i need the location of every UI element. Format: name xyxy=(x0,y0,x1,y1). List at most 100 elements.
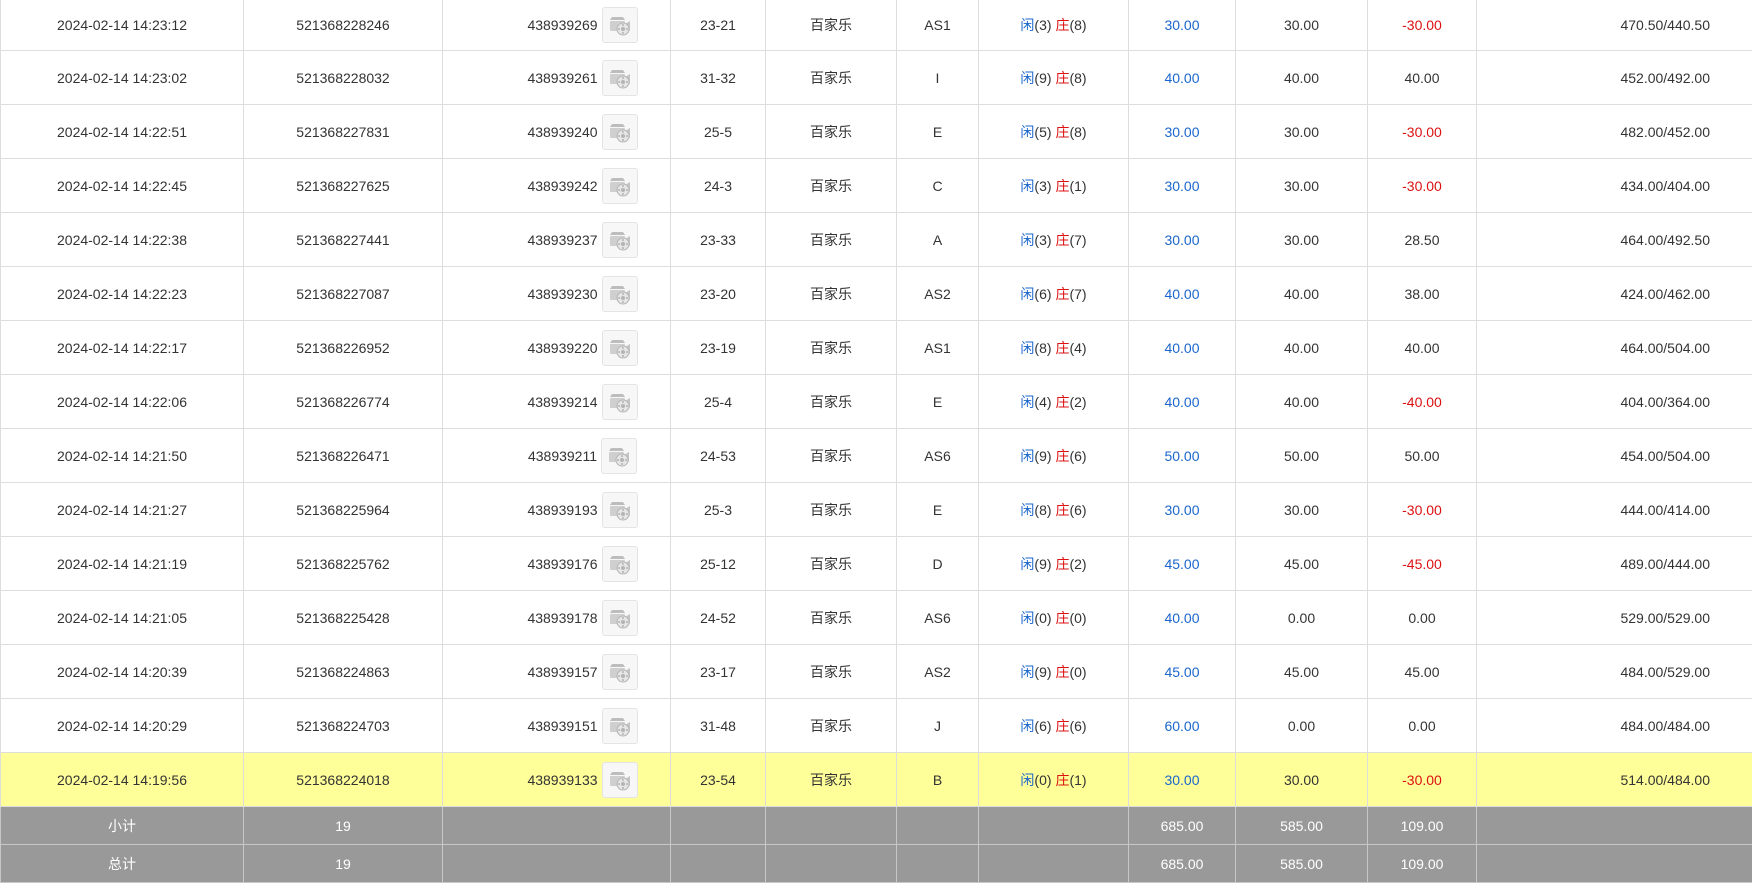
result-cell: 闲(9) 庄(8) xyxy=(978,50,1129,105)
video-replay-icon[interactable] xyxy=(601,491,638,528)
summary-count: 19 xyxy=(243,806,443,845)
banker-label: 庄 xyxy=(1055,177,1070,194)
video-replay-icon[interactable] xyxy=(601,707,638,744)
bet-id-cell: 521368225428 xyxy=(243,590,443,645)
round-number-cell: 438939230 xyxy=(442,266,671,321)
summary-empty-cell xyxy=(765,806,897,845)
player-points: 3 xyxy=(1039,231,1047,248)
table-row: 2024-02-14 14:22:17 521368226952 438939220… xyxy=(0,320,1752,375)
banker-label: 庄 xyxy=(1055,339,1070,356)
bet-amount-cell: 30.00 xyxy=(1128,104,1236,159)
video-replay-icon[interactable] xyxy=(601,7,638,43)
table-row: 2024-02-14 14:22:51 521368227831 438939240… xyxy=(0,104,1752,159)
bet-amount-cell: 40.00 xyxy=(1128,266,1236,321)
balance-cell: 529.00/529.00 xyxy=(1476,590,1752,645)
round-number-cell: 438939214 xyxy=(442,374,671,429)
bet-time-cell: 2024-02-14 14:20:29 xyxy=(0,698,244,753)
shoe-round-cell: 23-19 xyxy=(670,320,766,375)
result-cell: 闲(3) 庄(8) xyxy=(978,0,1129,51)
round-number: 438939240 xyxy=(527,123,598,140)
video-replay-icon[interactable] xyxy=(601,653,638,690)
shoe-round-cell: 25-5 xyxy=(670,104,766,159)
valid-bet-cell: 30.00 xyxy=(1235,212,1368,267)
video-replay-icon[interactable] xyxy=(601,221,638,258)
win-loss-cell: -40.00 xyxy=(1367,374,1477,429)
game-type-cell: 百家乐 xyxy=(765,212,897,267)
banker-label: 庄 xyxy=(1055,609,1070,626)
win-loss-cell: -45.00 xyxy=(1367,536,1477,591)
result-cell: 闲(8) 庄(6) xyxy=(978,482,1129,537)
video-replay-icon[interactable] xyxy=(601,437,638,474)
table-cell: AS1 xyxy=(896,320,979,375)
shoe-round-cell: 31-32 xyxy=(670,50,766,105)
valid-bet-cell: 45.00 xyxy=(1235,644,1368,699)
table-cell: AS6 xyxy=(896,590,979,645)
player-label: 闲 xyxy=(1020,609,1035,626)
player-label: 闲 xyxy=(1020,663,1035,680)
bet-records-body: 2024-02-14 14:23:12 521368228246 438939269… xyxy=(0,0,1752,807)
shoe-round-cell: 24-52 xyxy=(670,590,766,645)
game-type-cell: 百家乐 xyxy=(765,590,897,645)
banker-label: 庄 xyxy=(1055,717,1070,734)
video-replay-icon[interactable] xyxy=(601,59,638,96)
win-loss-cell: 28.50 xyxy=(1367,212,1477,267)
table-row: 2024-02-14 14:21:27 521368225964 438939193… xyxy=(0,482,1752,537)
banker-label: 庄 xyxy=(1055,231,1070,248)
video-replay-icon[interactable] xyxy=(601,761,638,798)
round-number-cell: 438939242 xyxy=(442,158,671,213)
table-row: 2024-02-14 14:21:19 521368225762 438939176… xyxy=(0,536,1752,591)
player-points: 6 xyxy=(1039,285,1047,302)
summary-empty-cell xyxy=(670,844,766,883)
player-label: 闲 xyxy=(1020,339,1035,356)
balance-cell: 489.00/444.00 xyxy=(1476,536,1752,591)
summary-label: 总计 xyxy=(0,844,244,883)
balance-cell: 404.00/364.00 xyxy=(1476,374,1752,429)
video-replay-icon[interactable] xyxy=(601,545,638,582)
summary-bet-total: 685.00 xyxy=(1128,806,1236,845)
win-loss-cell: -30.00 xyxy=(1367,158,1477,213)
valid-bet-cell: 45.00 xyxy=(1235,536,1368,591)
table-row: 2024-02-14 14:21:50 521368226471 438939211… xyxy=(0,428,1752,483)
banker-label: 庄 xyxy=(1055,663,1070,680)
table-row: 2024-02-14 14:22:23 521368227087 438939230… xyxy=(0,266,1752,321)
bet-records-table: 2024-02-14 14:23:12 521368228246 438939269… xyxy=(0,0,1752,883)
summary-empty-cell xyxy=(442,806,671,845)
summary-empty-cell xyxy=(765,844,897,883)
banker-points: 6 xyxy=(1074,447,1082,464)
table-cell: AS2 xyxy=(896,266,979,321)
bet-amount-cell: 40.00 xyxy=(1128,374,1236,429)
bet-amount-cell: 30.00 xyxy=(1128,0,1236,51)
bet-time-cell: 2024-02-14 14:23:12 xyxy=(0,0,244,51)
round-number-cell: 438939151 xyxy=(442,698,671,753)
table-row: 2024-02-14 14:22:38 521368227441 438939237… xyxy=(0,212,1752,267)
bet-id-cell: 521368227625 xyxy=(243,158,443,213)
bet-time-cell: 2024-02-14 14:19:56 xyxy=(0,752,244,807)
round-number: 438939193 xyxy=(527,501,598,518)
round-number: 438939157 xyxy=(527,663,598,680)
game-type-cell: 百家乐 xyxy=(765,482,897,537)
player-points: 9 xyxy=(1039,663,1047,680)
player-label: 闲 xyxy=(1020,771,1035,788)
video-replay-icon[interactable] xyxy=(601,329,638,366)
game-type-cell: 百家乐 xyxy=(765,698,897,753)
summary-count: 19 xyxy=(243,844,443,883)
shoe-round-cell: 23-17 xyxy=(670,644,766,699)
table-cell: AS2 xyxy=(896,644,979,699)
round-number-cell: 438939269 xyxy=(442,0,671,51)
game-type-cell: 百家乐 xyxy=(765,644,897,699)
video-replay-icon[interactable] xyxy=(601,599,638,636)
result-cell: 闲(0) 庄(0) xyxy=(978,590,1129,645)
result-cell: 闲(3) 庄(1) xyxy=(978,158,1129,213)
player-points: 3 xyxy=(1039,17,1047,33)
player-points: 9 xyxy=(1039,69,1047,86)
video-replay-icon[interactable] xyxy=(601,167,638,204)
video-replay-icon[interactable] xyxy=(601,275,638,312)
subtotal-row: 小计 19 685.00 585.00 109.00 xyxy=(0,806,1752,845)
table-row: 2024-02-14 14:22:06 521368226774 438939214… xyxy=(0,374,1752,429)
video-replay-icon[interactable] xyxy=(601,383,638,420)
player-points: 4 xyxy=(1039,393,1047,410)
valid-bet-cell: 50.00 xyxy=(1235,428,1368,483)
result-cell: 闲(0) 庄(1) xyxy=(978,752,1129,807)
bet-amount-cell: 40.00 xyxy=(1128,320,1236,375)
video-replay-icon[interactable] xyxy=(601,113,638,150)
